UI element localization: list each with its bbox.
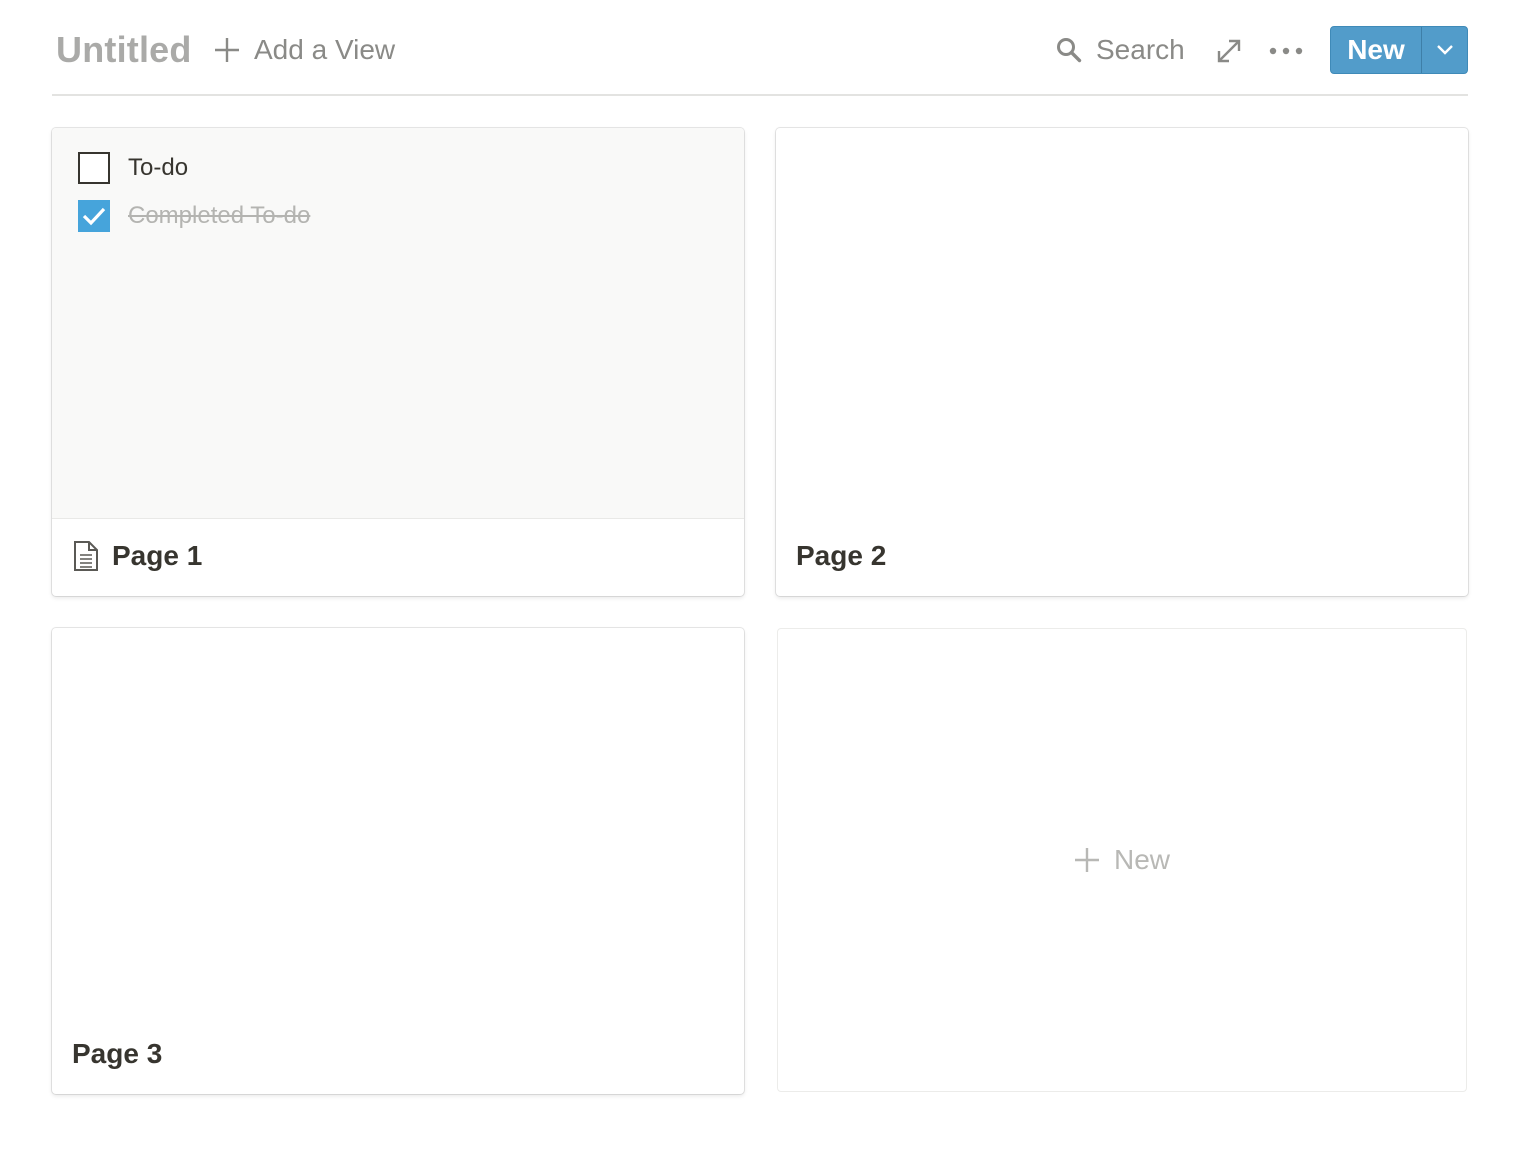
more-horizontal-icon[interactable] — [1268, 36, 1304, 66]
chevron-down-icon — [1436, 45, 1453, 55]
todo-text: To-do — [128, 154, 189, 181]
card-preview: To-do Completed To-do — [52, 128, 744, 519]
todo-item: To-do — [78, 151, 188, 185]
gallery-card[interactable]: Page 2 — [776, 128, 1468, 596]
card-title-text: Page 1 — [112, 540, 203, 571]
card-title: Page 2 — [796, 538, 886, 574]
document-icon — [74, 541, 98, 571]
card-title-text: Page 2 — [796, 540, 887, 571]
search-icon — [1057, 38, 1082, 63]
new-menu-button[interactable] — [1422, 27, 1467, 73]
checkmark-icon — [82, 207, 106, 226]
plus-icon — [215, 38, 239, 62]
new-card-button[interactable]: New — [777, 628, 1467, 1092]
plus-icon — [1074, 848, 1099, 872]
card-title: Page 1 — [72, 538, 202, 574]
card-title-text: Page 3 — [72, 1038, 163, 1069]
new-button[interactable]: New — [1331, 27, 1421, 73]
database-toolbar: Untitled Add a View Search New — [52, 0, 1468, 96]
new-card-label: New — [1113, 844, 1170, 875]
gallery-card[interactable]: To-do Completed To-do Page 1 — [52, 128, 744, 596]
add-view-button[interactable]: Add a View — [214, 30, 395, 70]
expand-arrows-icon[interactable] — [1214, 36, 1244, 66]
todo-checkbox[interactable] — [78, 152, 110, 184]
todo-item: Completed To-do — [78, 199, 310, 233]
database-title[interactable]: Untitled — [56, 28, 192, 72]
todo-checkbox-checked[interactable] — [78, 200, 110, 232]
add-view-label: Add a View — [254, 34, 396, 65]
gallery-page: Untitled Add a View Search New To-do Com… — [0, 0, 1532, 1164]
new-button-group: New — [1330, 26, 1468, 74]
card-title: Page 3 — [72, 1036, 162, 1072]
search-button[interactable]: Search — [1056, 30, 1185, 70]
todo-text-completed: Completed To-do — [128, 202, 311, 229]
gallery-card[interactable]: Page 3 — [52, 628, 744, 1094]
search-label: Search — [1096, 34, 1185, 65]
